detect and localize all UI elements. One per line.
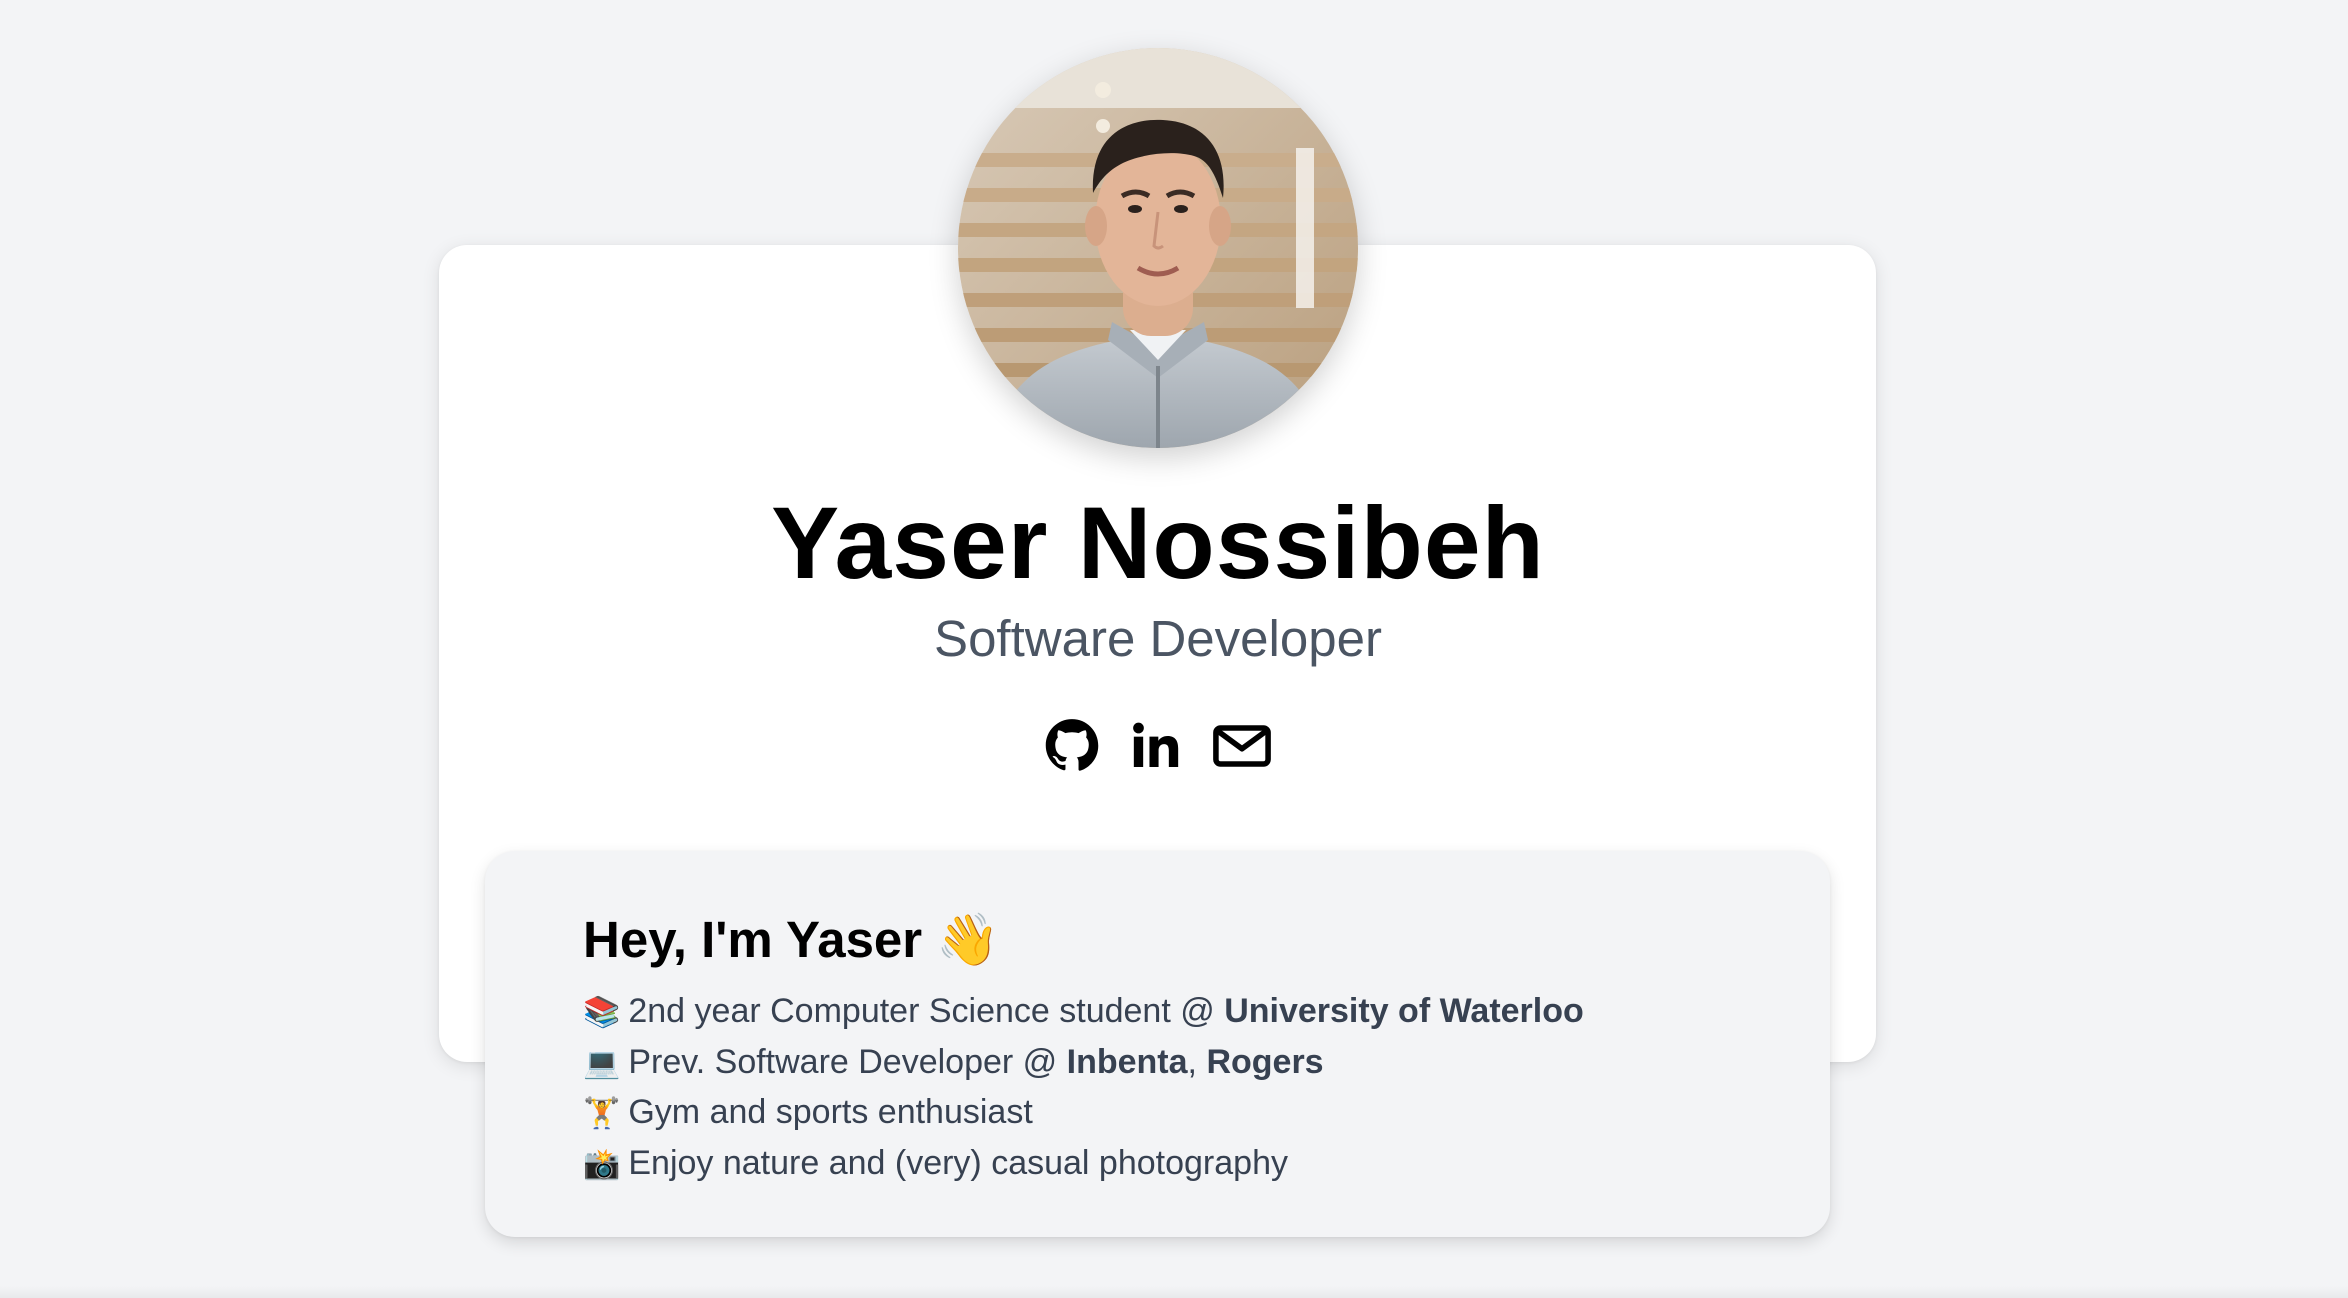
about-item-text: 2nd year Computer Science student @ (628, 992, 1225, 1030)
about-item-experience: 💻 Prev. Software Developer @ Inbenta, Rog… (583, 1038, 1584, 1089)
laptop-icon: 💻 (583, 1046, 621, 1080)
github-link[interactable] (1044, 718, 1100, 779)
university-name: University of Waterloo (1224, 992, 1584, 1030)
waving-hand-icon: 👋 (936, 911, 1000, 968)
profile-title: Software Developer (934, 610, 1382, 667)
profile-photo (958, 48, 1358, 448)
about-heading: Hey, I'm Yaser 👋 (583, 905, 1000, 975)
weightlifting-icon: 🏋️ (583, 1097, 621, 1130)
about-item-photography: 📸 Enjoy nature and (very) casual photogra… (583, 1139, 1584, 1190)
linkedin-link[interactable] (1128, 718, 1184, 779)
github-icon (1045, 718, 1099, 771)
about-heading-text: Hey, I'm Yaser (583, 911, 923, 968)
about-card: Hey, I'm Yaser 👋 📚 2nd year Computer Scie… (485, 851, 1830, 1237)
about-item-text: Gym and sports enthusiast (628, 1093, 1033, 1131)
linkedin-icon (1133, 722, 1179, 767)
avatar (958, 48, 1358, 448)
about-item-gym: 🏋️ Gym and sports enthusiast (583, 1088, 1584, 1139)
about-item-text: Enjoy nature and (very) casual photograp… (628, 1143, 1288, 1182)
company-separator: , (1187, 1042, 1207, 1081)
mail-icon (1213, 724, 1271, 767)
camera-icon: 📸 (583, 1147, 621, 1181)
about-list: 📚 2nd year Computer Science student @ Uni… (583, 987, 1584, 1189)
about-item-education: 📚 2nd year Computer Science student @ Uni… (583, 987, 1584, 1038)
books-icon: 📚 (583, 996, 621, 1029)
profile-name: Yaser Nossibeh (771, 486, 1545, 600)
company-name-rogers: Rogers (1206, 1042, 1324, 1081)
social-links (1044, 716, 1272, 780)
bottom-fade (0, 1286, 2348, 1298)
company-name-inbenta: Inbenta (1066, 1042, 1188, 1081)
email-link[interactable] (1212, 718, 1272, 779)
about-item-text: Prev. Software Developer @ (628, 1042, 1067, 1081)
